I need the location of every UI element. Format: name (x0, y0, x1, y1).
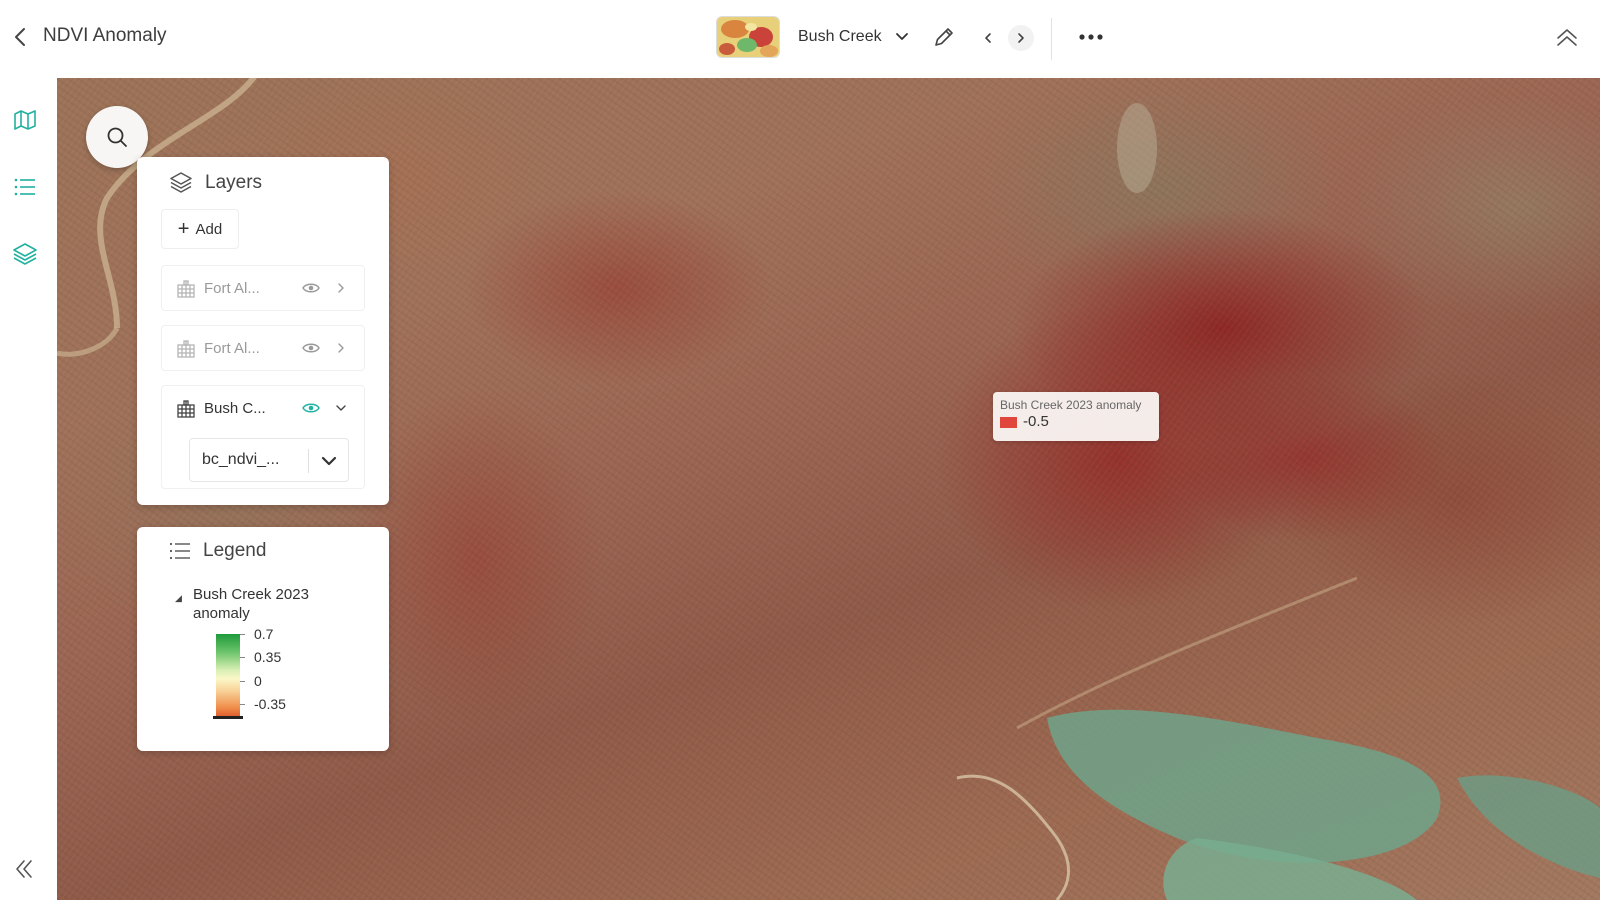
ramp-tick (240, 657, 245, 658)
ramp-tick (240, 681, 245, 682)
visibility-eye-icon[interactable] (302, 281, 320, 295)
list-icon (169, 542, 190, 560)
layers-panel-title: Layers (205, 172, 263, 193)
collapse-up-icon[interactable] (1554, 26, 1580, 50)
legend-panel-header: Legend (169, 540, 266, 562)
layers-icon[interactable] (12, 241, 38, 267)
add-layer-label: Add (195, 220, 223, 238)
legend-layer-name: Bush Creek 2023 anomaly (193, 586, 309, 622)
map-value-tooltip: Bush Creek 2023 anomaly -0.5 (993, 392, 1159, 441)
layer-row[interactable]: Fort Al... (161, 265, 365, 311)
layers-icon (170, 172, 192, 193)
legend-stop-label: 0 (254, 673, 262, 689)
tooltip-color-swatch (1000, 417, 1017, 428)
layer-row-expanded[interactable]: Bush C... bc_ndvi_... (161, 385, 365, 489)
raster-grid-icon (177, 280, 195, 298)
legend-panel: Legend ◢ Bush Creek 2023 anomaly 0.7 0.3… (137, 527, 389, 751)
legend-stop-label: -0.35 (254, 696, 286, 712)
top-bar: NDVI Anomaly Bush Creek (0, 0, 1600, 78)
band-select-value: bc_ndvi_... (202, 451, 280, 468)
chevron-down-icon[interactable] (334, 400, 348, 416)
list-icon[interactable] (12, 174, 38, 200)
visibility-eye-icon[interactable] (302, 341, 320, 355)
layer-row[interactable]: Fort Al... (161, 325, 365, 371)
chevron-right-icon[interactable] (334, 280, 348, 296)
layers-panel: Layers + Add Fort Al... Fort Al... Bush … (137, 157, 389, 505)
map-icon[interactable] (12, 107, 38, 133)
ramp-tick (240, 704, 245, 705)
raster-grid-icon (177, 340, 195, 358)
search-icon (107, 127, 127, 147)
plus-icon: + (177, 218, 190, 240)
back-arrow-icon[interactable] (10, 26, 32, 48)
layer-name: Fort Al... (204, 280, 260, 297)
tooltip-value: -0.5 (1023, 413, 1049, 430)
legend-collapse-toggle[interactable]: ◢ (175, 593, 182, 604)
color-ramp-base (213, 716, 243, 719)
previous-button[interactable] (975, 25, 1001, 51)
color-ramp (216, 634, 240, 716)
left-rail (0, 78, 57, 900)
ramp-tick (240, 634, 245, 635)
layer-name: Fort Al... (204, 340, 260, 357)
pencil-edit-icon[interactable] (932, 25, 956, 49)
project-selector-label[interactable]: Bush Creek (798, 28, 882, 46)
tooltip-layer-name: Bush Creek 2023 anomaly (1000, 398, 1142, 412)
next-button[interactable] (1008, 25, 1034, 51)
chevron-right-icon (1018, 33, 1024, 43)
layer-name: Bush C... (204, 400, 266, 417)
more-options-icon[interactable] (1077, 28, 1105, 46)
legend-stop-label: 0.7 (254, 626, 274, 642)
chevron-left-icon (985, 33, 991, 43)
band-select-dropdown[interactable]: bc_ndvi_... (189, 438, 349, 482)
select-divider (308, 449, 309, 473)
project-thumbnail[interactable] (716, 16, 780, 58)
layers-panel-header: Layers (169, 171, 262, 195)
add-layer-button[interactable]: + Add (161, 209, 239, 249)
page-title: NDVI Anomaly (43, 25, 167, 46)
visibility-eye-icon[interactable] (302, 401, 320, 415)
toolbar-divider (1051, 18, 1052, 60)
legend-stop-label: 0.35 (254, 649, 282, 665)
chevron-down-icon[interactable] (893, 28, 911, 46)
legend-panel-title: Legend (203, 540, 267, 561)
collapse-left-icon[interactable] (12, 857, 36, 881)
chevron-down-icon (321, 456, 337, 466)
raster-grid-icon (177, 400, 195, 418)
chevron-right-icon[interactable] (334, 340, 348, 356)
